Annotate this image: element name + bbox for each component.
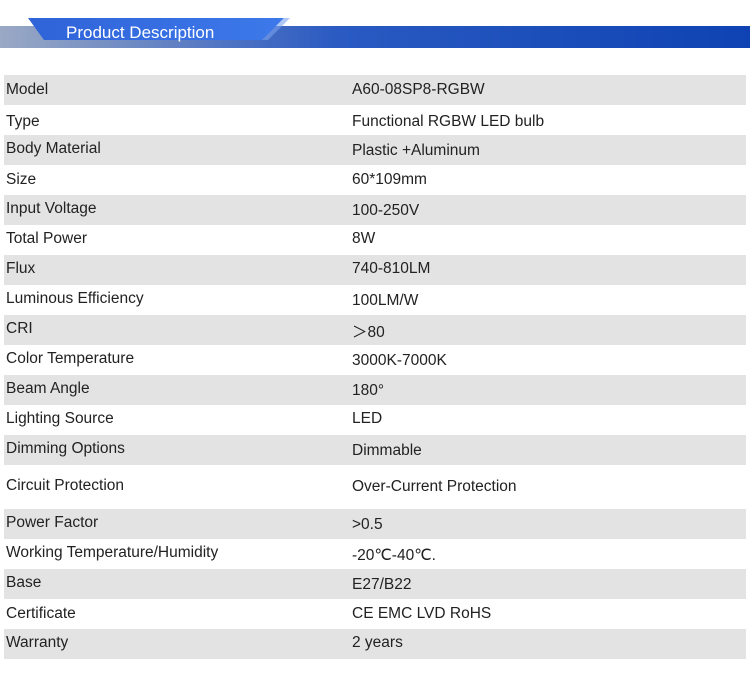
spec-label: Size: [6, 171, 37, 188]
spec-value: 100-250V: [352, 202, 420, 219]
spec-label: Luminous Efficiency: [6, 290, 144, 307]
spec-label: Circuit Protection: [6, 477, 125, 494]
spec-value: -20℃-40℃.: [352, 547, 436, 564]
spec-value: 2 years: [352, 634, 403, 651]
section-header-banner: Product Description: [0, 18, 750, 48]
spec-row: Type Functional RGBW LED bulb: [4, 105, 746, 135]
spec-value: 3000K-7000K: [352, 352, 447, 369]
spec-label: Beam Angle: [6, 380, 90, 397]
spec-value: 100LM/W: [352, 292, 419, 309]
spec-label: Power Factor: [6, 514, 99, 531]
spec-value: E27/B22: [352, 576, 412, 593]
spec-value: 180°: [352, 382, 385, 399]
spec-value: ＞80: [352, 324, 385, 341]
spec-row: Circuit Protection Over-Current Protectio…: [4, 465, 746, 509]
spec-row: Total Power 8W: [4, 225, 746, 255]
spec-value: 740-810LM: [352, 260, 431, 277]
spec-row: Color Temperature 3000K-7000K: [4, 345, 746, 375]
spec-value: CE EMC LVD RoHS: [352, 605, 492, 622]
spec-label: Body Material: [6, 140, 101, 157]
spec-value: LED: [352, 410, 383, 427]
spec-row: Certificate CE EMC LVD RoHS: [4, 599, 746, 629]
spec-label: Lighting Source: [6, 410, 114, 427]
spec-row: Warranty 2 years: [4, 629, 746, 659]
spec-label: Flux: [6, 260, 36, 277]
spec-label: Base: [6, 574, 42, 591]
spec-row: Luminous Efficiency 100LM/W: [4, 285, 746, 315]
spec-label: Certificate: [6, 605, 76, 622]
spec-row: Body Material Plastic +Aluminum: [4, 135, 746, 165]
section-title: Product Description: [66, 23, 215, 42]
spec-row: Working Temperature/Humidity -20℃-40℃.: [4, 539, 746, 569]
spec-value: A60-08SP8-RGBW: [352, 81, 485, 98]
spec-row: Beam Angle 180°: [4, 375, 746, 405]
spec-row: Model A60-08SP8-RGBW: [4, 75, 746, 105]
spec-row: Dimming Options Dimmable: [4, 435, 746, 465]
spec-table: Model A60-08SP8-RGBW Type Functional RGBW L…: [4, 75, 746, 659]
spec-label: CRI: [6, 320, 33, 337]
spec-row: Lighting Source LED: [4, 405, 746, 435]
spec-row: Flux 740-810LM: [4, 255, 746, 285]
spec-row: Size 60*109mm: [4, 165, 746, 195]
spec-row: Power Factor >0.5: [4, 509, 746, 539]
spec-value: Plastic +Aluminum: [352, 142, 480, 159]
spec-label: Color Temperature: [6, 350, 135, 367]
spec-label: Type: [6, 113, 40, 130]
spec-value: Dimmable: [352, 442, 422, 459]
spec-label: Warranty: [6, 634, 69, 651]
spec-label: Input Voltage: [6, 200, 97, 217]
spec-value: Functional RGBW LED bulb: [352, 113, 545, 130]
spec-label: Model: [6, 81, 49, 98]
spec-value: >0.5: [352, 516, 383, 533]
spec-label: Working Temperature/Humidity: [6, 544, 219, 561]
spec-row: Input Voltage 100-250V: [4, 195, 746, 225]
spec-label: Total Power: [6, 230, 87, 247]
spec-value: 60*109mm: [352, 171, 427, 188]
spec-value: Over-Current Protection: [352, 478, 517, 495]
spec-row: Base E27/B22: [4, 569, 746, 599]
spec-row: CRI ＞80: [4, 315, 746, 345]
spec-value: 8W: [352, 230, 376, 247]
spec-label: Dimming Options: [6, 440, 125, 457]
